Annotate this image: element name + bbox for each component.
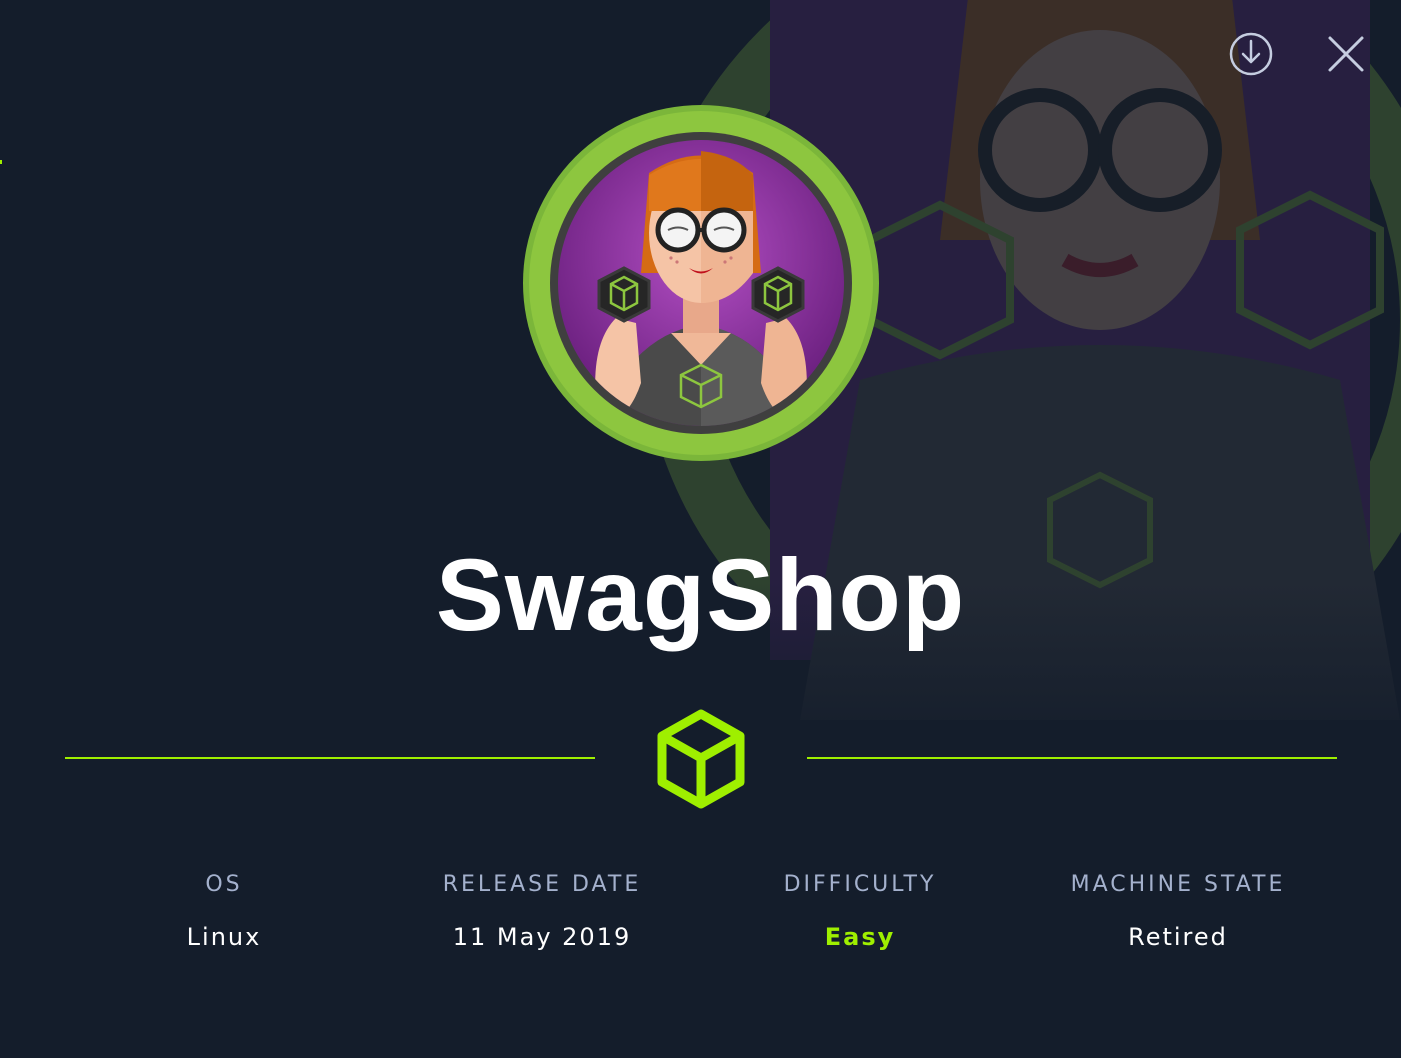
stat-value: Linux (186, 923, 262, 951)
close-icon (1328, 36, 1364, 72)
close-button[interactable] (1322, 30, 1370, 78)
stat-release-date: RELEASE DATE 11 May 2019 (383, 868, 701, 954)
machine-title: SwagShop (435, 538, 966, 652)
download-button[interactable] (1227, 30, 1275, 78)
stat-label: OS (205, 872, 243, 897)
machine-avatar (523, 105, 879, 461)
stat-os: OS Linux (65, 868, 383, 954)
divider-line-left (65, 757, 595, 759)
stat-machine-state: MACHINE STATE Retired (1019, 868, 1337, 954)
stat-value: 11 May 2019 (452, 923, 632, 951)
stat-value: Retired (1128, 923, 1228, 951)
edge-marker (0, 160, 2, 164)
stat-difficulty: DIFFICULTY Easy (701, 868, 1019, 954)
stat-label: RELEASE DATE (442, 872, 642, 897)
stat-label: MACHINE STATE (1070, 872, 1286, 897)
divider-line-right (807, 757, 1337, 759)
cube-icon (657, 709, 745, 809)
difficulty-value: Easy (824, 923, 896, 951)
stat-label: DIFFICULTY (783, 872, 937, 897)
machine-stats: OS Linux RELEASE DATE 11 May 2019 DIFFIC… (65, 868, 1337, 968)
download-circle-icon (1229, 32, 1273, 76)
machine-card: SwagShop OS Linux RELEASE DATE 11 May 20… (0, 0, 1401, 1058)
